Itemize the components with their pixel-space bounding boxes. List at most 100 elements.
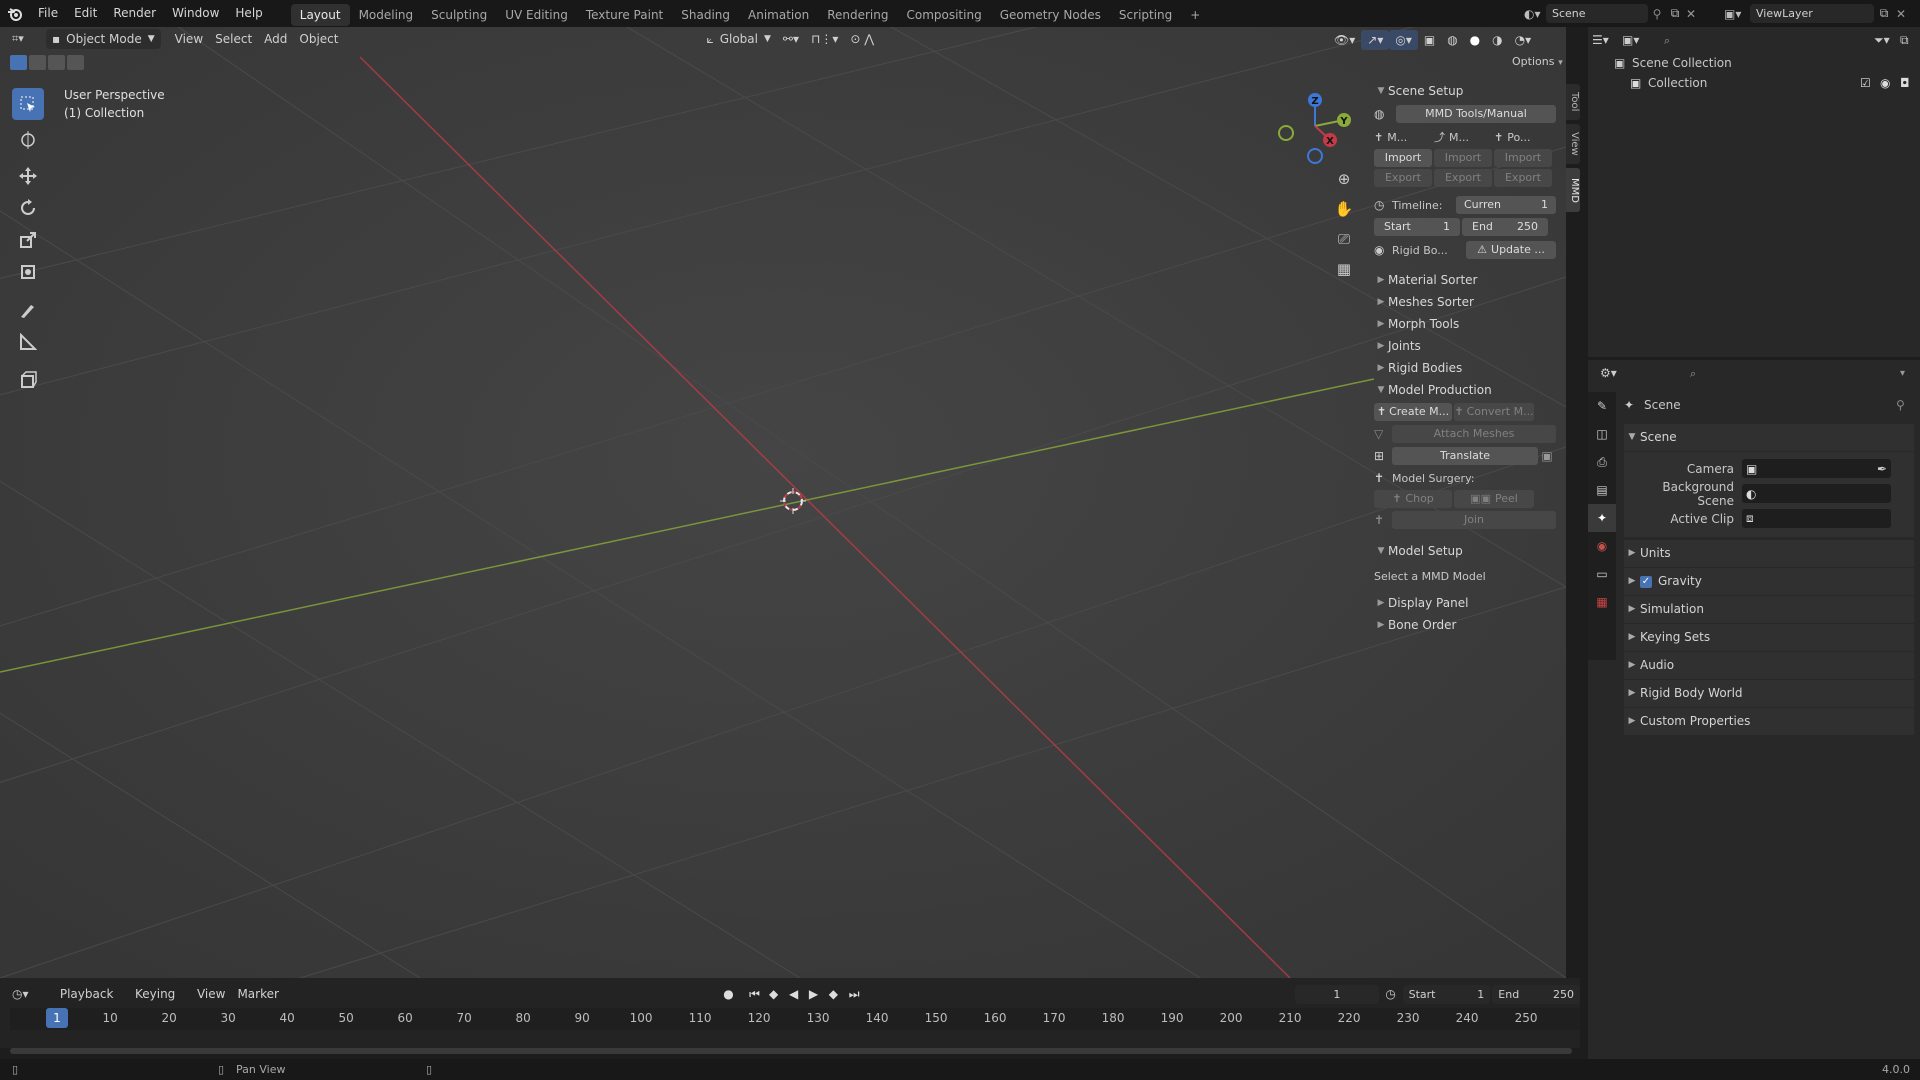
snap-icon[interactable]: ⊓⋮▾ [805,29,844,49]
measure-tool-icon[interactable] [12,326,44,358]
collection-tab-icon[interactable]: ▭ [1588,560,1616,588]
next-keyframe-icon[interactable]: ◆ [829,987,849,1001]
tab-layout[interactable]: Layout [290,3,350,26]
menu-window[interactable]: Window [164,0,227,27]
update-rigid-button[interactable]: ⚠ Update ... [1466,241,1556,259]
tab-rendering[interactable]: Rendering [818,4,897,26]
outliner-row-collection[interactable]: ▣ Collection ☑ ◉ ◘ [1588,73,1920,93]
tab-texture-paint[interactable]: Texture Paint [577,4,672,26]
select-invert-icon[interactable] [67,55,84,70]
model-export-button[interactable]: Export [1374,168,1432,187]
texture-tab-icon[interactable]: ▦ [1588,588,1616,616]
select-box-tool-icon[interactable] [12,88,44,120]
jump-end-icon[interactable]: ⏭ [849,987,869,1002]
background-scene-field[interactable]: ◐ [1742,484,1891,503]
pivot-point-icon[interactable]: ⚯▾ [777,29,805,49]
eye-icon[interactable]: ◉ [1880,76,1900,90]
properties-search-input[interactable]: ⌕ [1684,363,1802,383]
audio-section[interactable]: ▶ Audio [1624,652,1914,680]
tab-geometry-nodes[interactable]: Geometry Nodes [991,4,1110,26]
active-clip-field[interactable]: ⧈ [1742,509,1891,528]
view-layer-selector[interactable]: ▣▾ ViewLayer ⧉ ✕ [1724,4,1908,23]
menu-help[interactable]: Help [227,0,270,27]
output-tab-icon[interactable]: ⎙ [1588,448,1616,476]
timeline-start-field[interactable]: Start 1 [1402,984,1491,1004]
display-mode-icon[interactable]: ▣▾ [1622,33,1654,47]
translate-settings-icon[interactable]: ▣ [1538,449,1556,463]
viewport-menu-object[interactable]: Object [293,29,344,49]
3d-cursor-icon[interactable] [780,488,806,514]
timeline-type-icon[interactable]: ◷▾ [0,987,54,1001]
tab-modeling[interactable]: Modeling [350,4,423,26]
simulation-section[interactable]: ▶ Simulation [1624,596,1914,624]
scene-name-field[interactable]: Scene [1546,4,1648,23]
add-cube-tool-icon[interactable] [12,364,44,396]
prev-keyframe-icon[interactable]: ◆ [769,987,789,1001]
mmd-manual-button[interactable]: MMD Tools/Manual [1396,105,1556,123]
scene-setup-header[interactable]: ▼ Scene Setup [1374,80,1556,102]
timeline-end-field[interactable]: End 250 [1492,984,1580,1004]
morph-tools-header[interactable]: ▶ Morph Tools [1374,313,1556,335]
marker-menu[interactable]: Marker [231,984,284,1004]
object-mode-dropdown[interactable]: ▪ Object Mode ▼ [46,29,161,49]
pin-icon[interactable]: ⚲ [1896,398,1914,412]
scene-selector[interactable]: ◐▾ Scene ⚲ ⧉ ✕ [1524,4,1698,23]
proportional-editing-icon[interactable]: ⊙ ⋀ [844,29,880,49]
close-view-layer-icon[interactable]: ✕ [1894,7,1908,21]
chop-button[interactable]: ✝ Chop [1374,490,1452,508]
shading-solid-icon[interactable]: ● [1464,30,1486,50]
cursor-tool-icon[interactable] [12,124,44,156]
view-layer-tab-icon[interactable]: ▤ [1588,476,1616,504]
motion-import-button[interactable]: Import [1434,148,1492,167]
transform-tool-icon[interactable] [12,256,44,288]
current-frame-input[interactable]: 1 [1294,984,1379,1004]
select-subtract-icon[interactable] [48,55,65,70]
menu-render[interactable]: Render [105,0,164,27]
chevron-down-icon[interactable]: ▾ [1900,368,1920,379]
camera-icon[interactable]: ◘ [1900,76,1920,90]
view-layer-field[interactable]: ViewLayer [1750,4,1874,23]
timeline-view-menu[interactable]: View [191,984,231,1004]
viewport-menu-view[interactable]: View [169,29,209,49]
navigation-gizmo[interactable]: Z Y X [1270,88,1360,168]
scale-tool-icon[interactable] [12,224,44,256]
close-scene-icon[interactable]: ✕ [1684,7,1698,21]
checkbox-icon[interactable]: ☑ [1860,76,1880,90]
menu-file[interactable]: File [30,0,66,27]
viewport-menu-select[interactable]: Select [209,29,258,49]
create-model-button[interactable]: ✝ Create M... [1374,403,1452,421]
shading-rendered-icon[interactable]: ◔▾ [1509,30,1538,50]
world-tab-icon[interactable]: ◉ [1588,532,1616,560]
new-collection-icon[interactable]: ⧉ [1900,33,1920,48]
shading-material-icon[interactable]: ◑ [1486,30,1508,50]
attach-meshes-button[interactable]: Attach Meshes [1392,425,1556,443]
camera-field[interactable]: ▣ ✒ [1742,459,1891,478]
display-panel-header[interactable]: ▶ Display Panel [1374,592,1556,614]
outliner-row-scene-collection[interactable]: ▣ Scene Collection [1588,53,1920,73]
options-button[interactable]: Options ▾ [1512,54,1563,68]
play-reverse-icon[interactable]: ◀ [789,987,809,1001]
camera-view-icon[interactable]: ⎚ [1326,230,1362,260]
new-view-layer-icon[interactable]: ⧉ [1874,6,1894,21]
model-production-header[interactable]: ▼ Model Production [1374,379,1556,401]
custom-properties-section[interactable]: ▶ Custom Properties [1624,708,1914,736]
gizmo-icon[interactable]: ↗▾ [1361,30,1390,50]
start-frame-field[interactable]: Start 1 [1374,218,1460,236]
join-button[interactable]: Join [1392,511,1556,529]
record-icon[interactable]: ● [723,987,749,1001]
properties-type-icon[interactable]: ⚙▾ [1600,366,1684,380]
timeline-scrollbar[interactable] [10,1048,1572,1054]
keying-sets-section[interactable]: ▶ Keying Sets [1624,624,1914,652]
ortho-grid-icon[interactable]: ▦ [1326,260,1362,290]
model-setup-header[interactable]: ▼ Model Setup [1374,540,1556,562]
visibility-icon[interactable]: 👁▾ [1328,30,1361,50]
render-tab-icon[interactable]: ◫ [1588,420,1616,448]
annotate-tool-icon[interactable] [12,294,44,326]
new-scene-icon[interactable]: ⧉ [1666,6,1684,21]
tab-scripting[interactable]: Scripting [1110,4,1181,26]
pan-hand-icon[interactable]: ✋ [1326,200,1362,230]
tab-view[interactable]: View [1566,124,1580,164]
transform-orientation-dropdown[interactable]: ⟀ Global ▼ [701,29,777,49]
viewport-menu-add[interactable]: Add [258,29,293,49]
joints-header[interactable]: ▶ Joints [1374,335,1556,357]
